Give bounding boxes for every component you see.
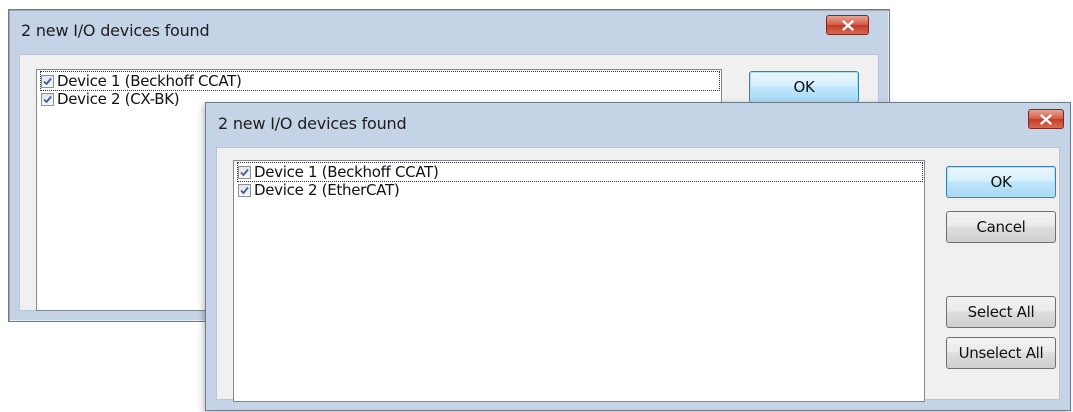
select-all-button[interactable]: Select All — [946, 296, 1056, 328]
close-icon — [841, 19, 854, 31]
list-item-device-2[interactable]: Device 2 (CX-BK) — [41, 90, 180, 108]
checkmark-icon — [240, 168, 249, 176]
ok-button[interactable]: OK — [946, 166, 1056, 198]
device-1-checkbox[interactable] — [238, 165, 251, 179]
device-2-checkbox[interactable] — [41, 92, 54, 106]
dialog-title: 2 new I/O devices found — [218, 114, 407, 133]
device-1-label: Device 1 (Beckhoff CCAT) — [57, 72, 242, 90]
unselect-all-button[interactable]: Unselect All — [946, 337, 1056, 369]
device-1-label: Device 1 (Beckhoff CCAT) — [254, 163, 439, 181]
device-2-checkbox[interactable] — [238, 183, 251, 197]
dialog-client-area: Device 1 (Beckhoff CCAT) Device 2 (Ether… — [216, 147, 1060, 402]
list-item-device-1[interactable]: Device 1 (Beckhoff CCAT) — [40, 71, 720, 91]
close-button[interactable] — [826, 15, 869, 35]
ok-button[interactable]: OK — [749, 71, 859, 103]
device-2-label: Device 2 (CX-BK) — [57, 90, 180, 108]
dialog-title: 2 new I/O devices found — [21, 21, 210, 40]
close-icon — [1040, 113, 1052, 125]
device-list[interactable]: Device 1 (Beckhoff CCAT) Device 2 (Ether… — [233, 160, 925, 402]
checkmark-icon — [43, 95, 52, 103]
device-dialog-front: 2 new I/O devices found Device 1 (Beckho… — [205, 102, 1071, 411]
close-button[interactable] — [1028, 109, 1064, 129]
list-item-device-2[interactable]: Device 2 (EtherCAT) — [238, 181, 400, 199]
device-2-label: Device 2 (EtherCAT) — [254, 181, 400, 199]
checkmark-icon — [43, 77, 52, 85]
checkmark-icon — [240, 186, 249, 194]
device-1-checkbox[interactable] — [41, 74, 54, 88]
title-bar[interactable]: 2 new I/O devices found — [9, 10, 889, 54]
title-bar[interactable]: 2 new I/O devices found — [206, 103, 1070, 147]
list-item-device-1[interactable]: Device 1 (Beckhoff CCAT) — [237, 162, 923, 182]
screen: 2 new I/O devices found Device 1 (Beckho… — [0, 0, 1073, 412]
cancel-button[interactable]: Cancel — [946, 211, 1056, 243]
